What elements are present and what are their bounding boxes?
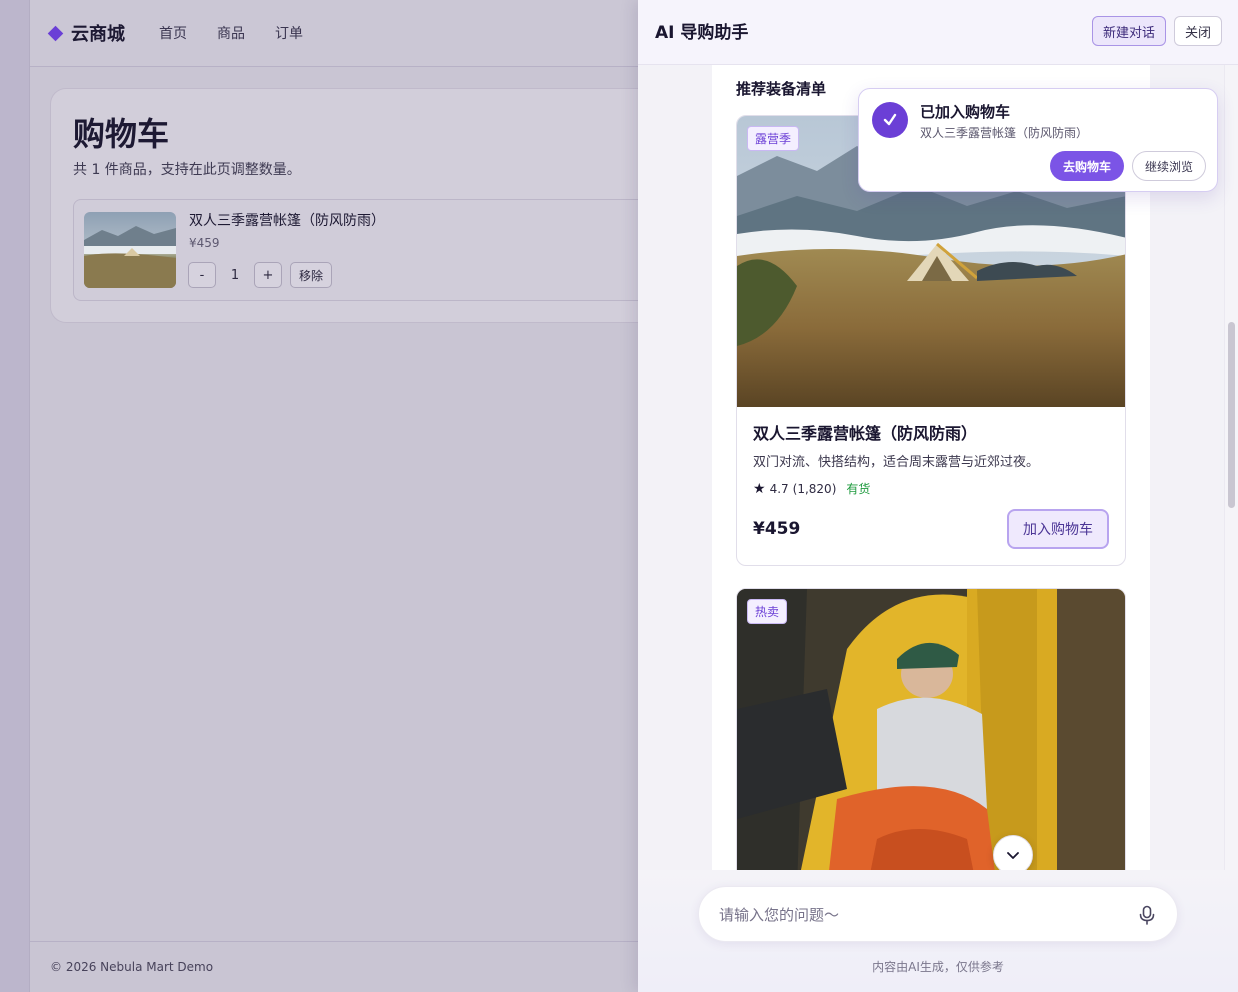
stock-status: 有货 xyxy=(846,482,871,496)
rating-value: 4.7 xyxy=(769,481,789,496)
cart-subtitle: 共 1 件商品，支持在此页调整数量。 xyxy=(73,162,301,178)
page-title: 购物车 xyxy=(73,115,170,153)
nav-item-orders[interactable]: 订单 xyxy=(275,23,303,43)
chat-scrollbar[interactable] xyxy=(1224,65,1238,870)
added-to-cart-toast: 已加入购物车 双人三季露营帐篷（防风防雨） 去购物车 继续浏览 xyxy=(858,88,1218,192)
quantity-stepper: - 1 + 移除 xyxy=(188,262,332,288)
ai-assistant-panel: AI 导购助手 新建对话 关闭 推荐装备清单 露营季 双人三季露营帐篷（防风防雨… xyxy=(638,0,1238,992)
remove-button[interactable]: 移除 xyxy=(290,262,332,288)
product-image-camper[interactable]: 热卖 xyxy=(737,589,1125,870)
brand-name: 云商城 xyxy=(71,24,125,45)
chat-input-box xyxy=(698,886,1178,942)
site-header: 云商城 首页 商品 订单 xyxy=(30,0,638,67)
brand[interactable]: 云商城 xyxy=(47,20,125,46)
close-button[interactable]: 关闭 xyxy=(1174,16,1222,46)
new-chat-button[interactable]: 新建对话 xyxy=(1092,16,1166,46)
cart-item-thumbnail[interactable] xyxy=(84,212,176,288)
ai-disclaimer: 内容由AI生成，仅供参考 xyxy=(872,960,1004,974)
product-price: ¥459 xyxy=(753,519,801,539)
toast-subtitle: 双人三季露营帐篷（防风防雨） xyxy=(920,126,1089,140)
shop-page: 云商城 首页 商品 订单 购物车 共 1 件商品，支持在此页调整数量。 双人三季… xyxy=(30,0,653,992)
review-count: (1,820) xyxy=(792,481,837,496)
product-tag: 露营季 xyxy=(747,126,800,151)
chat-input-area: 内容由AI生成，仅供参考 xyxy=(638,870,1238,992)
chevron-down-icon xyxy=(1007,852,1019,859)
star-icon: ★ xyxy=(753,480,766,497)
cart-item-price: ¥459 xyxy=(189,236,220,250)
scrollbar-thumb[interactable] xyxy=(1228,322,1235,508)
toast-title: 已加入购物车 xyxy=(920,103,1011,121)
decrease-button[interactable]: - xyxy=(188,262,216,288)
microphone-icon[interactable] xyxy=(1136,904,1158,926)
increase-button[interactable]: + xyxy=(254,262,282,288)
page-left-edge xyxy=(0,0,30,992)
panel-header: AI 导购助手 新建对话 关闭 xyxy=(638,0,1238,65)
cart-item: 双人三季露营帐篷（防风防雨） ¥459 - 1 + 移除 xyxy=(73,199,653,301)
quantity-value: 1 xyxy=(230,267,240,283)
nav-item-products[interactable]: 商品 xyxy=(217,23,245,43)
panel-title: AI 导购助手 xyxy=(655,23,749,43)
product-description: 双门对流、快搭结构，适合周末露营与近郊过夜。 xyxy=(753,455,1040,470)
chat-input[interactable] xyxy=(719,901,1119,929)
continue-browsing-button[interactable]: 继续浏览 xyxy=(1132,151,1206,181)
product-card: 热卖 xyxy=(736,588,1126,870)
cart-item-name[interactable]: 双人三季露营帐篷（防风防雨） xyxy=(189,210,385,230)
check-icon xyxy=(872,102,908,138)
product-rating: ★ 4.7 (1,820) 有货 xyxy=(753,480,870,497)
go-to-cart-button[interactable]: 去购物车 xyxy=(1050,151,1124,181)
nav-item-home[interactable]: 首页 xyxy=(159,23,187,43)
scroll-to-bottom-button[interactable] xyxy=(993,835,1033,870)
site-nav: 首页 商品 订单 xyxy=(159,23,303,43)
site-footer: © 2026 Nebula Mart Demo xyxy=(30,941,638,992)
add-to-cart-button[interactable]: 加入购物车 xyxy=(1007,509,1109,549)
product-name[interactable]: 双人三季露营帐篷（防风防雨） xyxy=(753,420,977,444)
recommend-list-title: 推荐装备清单 xyxy=(736,80,827,98)
diamond-logo-icon xyxy=(47,25,64,41)
product-tag: 热卖 xyxy=(747,599,788,624)
cart-card: 购物车 共 1 件商品，支持在此页调整数量。 双人三季露营帐篷（防风防雨） ¥4… xyxy=(50,88,653,323)
